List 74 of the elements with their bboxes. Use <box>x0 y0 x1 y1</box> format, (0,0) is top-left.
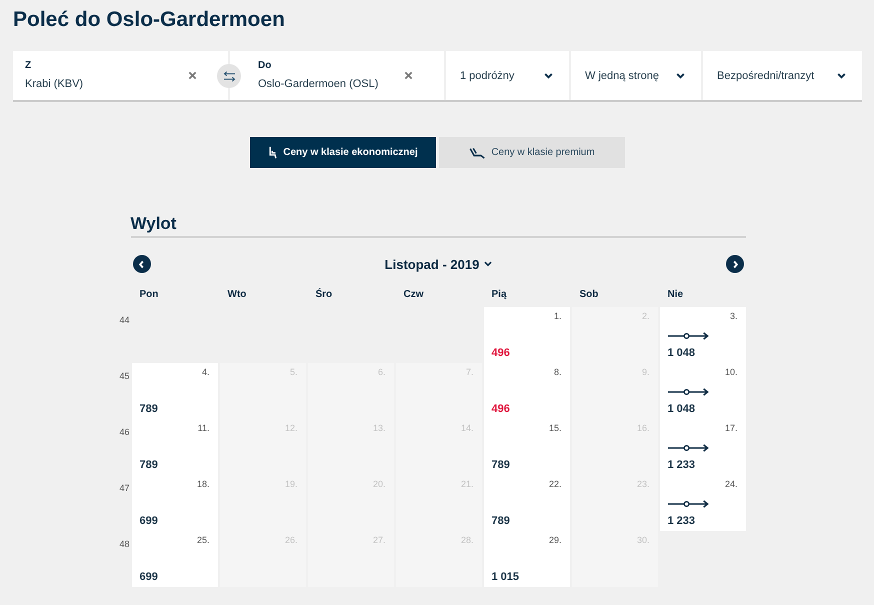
previous-month-button[interactable] <box>132 255 150 273</box>
next-month-button[interactable] <box>726 255 744 273</box>
price: 1 233 <box>668 458 696 472</box>
week-number: 47 <box>119 483 130 494</box>
day-cell[interactable]: 17. 1 233 <box>660 419 746 475</box>
week-number: 46 <box>119 427 130 438</box>
page-title: Poleć do Oslo-Gardermoen <box>13 7 285 33</box>
section-title: Wylot <box>130 213 176 235</box>
day-number: 18. <box>196 479 210 490</box>
week-number: 48 <box>119 539 130 550</box>
day-cell[interactable]: 10. 1 048 <box>660 363 746 419</box>
day-cell[interactable]: 3. 1 048 <box>660 307 746 363</box>
day-cell[interactable]: 11. 789 <box>132 419 218 475</box>
day-number: 24. <box>724 479 738 490</box>
close-icon[interactable] <box>404 71 413 80</box>
swap-arrows-icon <box>222 70 236 82</box>
chevron-left-icon <box>138 260 145 268</box>
destination-field[interactable]: Do Oslo-Gardermoen (OSL) <box>230 51 444 100</box>
price: 496 <box>492 346 510 360</box>
day-cell[interactable]: 25. 699 <box>132 531 218 587</box>
weekday-header: Śro <box>316 289 332 301</box>
chevron-right-icon <box>732 260 739 268</box>
chevron-down-icon <box>837 72 846 78</box>
fare-tab[interactable]: Ceny w klasie ekonomicznej <box>250 137 436 168</box>
week-number: 45 <box>119 371 130 382</box>
weekday-header: Pią <box>492 289 507 301</box>
price: 789 <box>492 458 510 472</box>
day-number: 17. <box>724 423 738 434</box>
price: 699 <box>140 514 158 528</box>
week-number: 44 <box>119 315 130 326</box>
price: 699 <box>140 570 158 584</box>
price: 1 015 <box>492 570 520 584</box>
day-cell[interactable]: 22. 789 <box>484 475 570 531</box>
price: 789 <box>140 402 158 416</box>
day-number: 22. <box>548 479 562 490</box>
day-cell[interactable]: 24. 1 233 <box>660 475 746 531</box>
price: 1 048 <box>668 402 696 416</box>
chevron-down-icon <box>544 72 553 78</box>
day-cell[interactable]: 1. 496 <box>484 307 570 363</box>
day-cell[interactable]: 18. 699 <box>132 475 218 531</box>
price: 1 233 <box>668 514 696 528</box>
day-number: 11. <box>198 423 210 434</box>
weekday-header: Nie <box>668 289 684 301</box>
seat-icon <box>268 146 278 159</box>
day-cell[interactable]: 4. 789 <box>132 363 218 419</box>
close-icon[interactable] <box>188 71 197 80</box>
price: 789 <box>492 514 510 528</box>
day-number: 3. <box>730 311 738 322</box>
weekday-header: Pon <box>140 289 158 301</box>
weekday-header: Czw <box>404 289 424 301</box>
price: 789 <box>140 458 158 472</box>
day-number: 29. <box>548 535 562 546</box>
month-dropdown[interactable]: Listopad - 2019 <box>384 256 492 272</box>
day-number: 10. <box>724 367 738 378</box>
dropdown-button[interactable]: W jedną stronę <box>571 51 701 100</box>
weekday-header: Wto <box>228 289 246 301</box>
chevron-down-icon <box>676 72 685 78</box>
day-number: 8. <box>554 367 562 378</box>
day-cell[interactable]: 15. 789 <box>484 419 570 475</box>
price: 1 048 <box>668 346 696 360</box>
day-cell[interactable]: 8. 496 <box>484 363 570 419</box>
dropdown-button[interactable]: 1 podróżny <box>446 51 569 100</box>
reclining-seat-icon <box>469 146 486 158</box>
day-number: 15. <box>548 423 562 434</box>
origin-field[interactable]: Z Krabi (KBV) <box>13 51 228 100</box>
day-cell[interactable]: 29. 1 015 <box>484 531 570 587</box>
day-number: 4. <box>202 367 210 378</box>
price: 496 <box>492 402 510 416</box>
dropdown-button[interactable]: Bezpośredni/tranzyt <box>703 51 862 100</box>
weekday-header: Sob <box>580 289 598 301</box>
day-number: 1. <box>554 311 562 322</box>
chevron-down-icon <box>484 261 492 267</box>
day-number: 25. <box>196 535 210 546</box>
fare-tab[interactable]: Ceny w klasie premium <box>439 137 625 168</box>
